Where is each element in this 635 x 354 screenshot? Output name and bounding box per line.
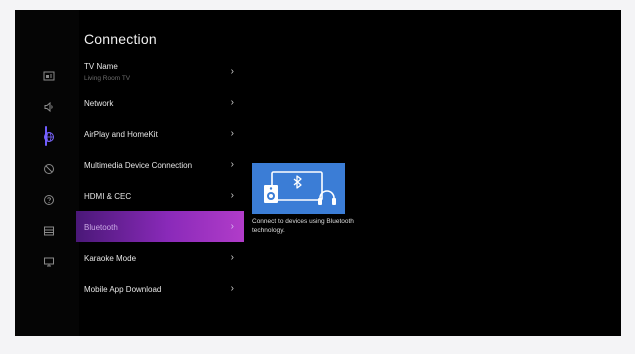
menu-item-value: Living Room TV — [84, 75, 131, 82]
picture-icon[interactable] — [42, 69, 56, 83]
menu-item-label: Bluetooth — [84, 223, 118, 232]
chevron-right-icon: › — [230, 283, 234, 294]
support-icon[interactable] — [42, 193, 56, 207]
chevron-right-icon: › — [230, 128, 234, 139]
chevron-right-icon: › — [230, 252, 234, 263]
chevron-right-icon: › — [230, 190, 234, 201]
bluetooth-devices-icon — [252, 163, 345, 214]
bluetooth-illustration — [252, 163, 345, 214]
chevron-right-icon: › — [230, 221, 234, 232]
menu-item-label: HDMI & CEC — [84, 192, 132, 201]
menu-item-bluetooth[interactable]: Bluetooth › — [76, 211, 244, 242]
general-icon[interactable] — [42, 224, 56, 238]
accessibility-icon[interactable] — [42, 162, 56, 176]
chevron-right-icon: › — [230, 66, 234, 77]
tv-screen: Connection TV Name Living Room TV › Netw… — [15, 10, 621, 336]
menu-item-mobile-app-download[interactable]: Mobile App Download › — [76, 273, 244, 304]
menu-item-network[interactable]: Network › — [76, 87, 244, 118]
menu-item-multimedia-device-connection[interactable]: Multimedia Device Connection › — [76, 149, 244, 180]
chevron-right-icon: › — [230, 97, 234, 108]
menu-item-label: TV Name — [84, 62, 118, 71]
sidebar-rail — [15, 10, 79, 336]
menu-item-label: Multimedia Device Connection — [84, 161, 193, 170]
menu-item-label: Mobile App Download — [84, 285, 162, 294]
preview-description: Connect to devices using Bluetooth techn… — [252, 218, 354, 234]
display-icon[interactable] — [42, 255, 56, 269]
menu-item-label: Karaoke Mode — [84, 254, 137, 263]
sound-icon[interactable] — [42, 100, 56, 114]
menu-item-hdmi-cec[interactable]: HDMI & CEC › — [76, 180, 244, 211]
menu-item-tv-name[interactable]: TV Name Living Room TV › — [76, 56, 244, 87]
chevron-right-icon: › — [230, 159, 234, 170]
menu-item-label: AirPlay and HomeKit — [84, 130, 158, 139]
settings-menu: TV Name Living Room TV › Network › AirPl… — [76, 56, 244, 304]
page-title: Connection — [84, 31, 157, 47]
menu-item-karaoke-mode[interactable]: Karaoke Mode › — [76, 242, 244, 273]
connection-globe-icon[interactable] — [42, 130, 56, 144]
menu-item-label: Network — [84, 99, 114, 108]
menu-item-airplay-homekit[interactable]: AirPlay and HomeKit › — [76, 118, 244, 149]
